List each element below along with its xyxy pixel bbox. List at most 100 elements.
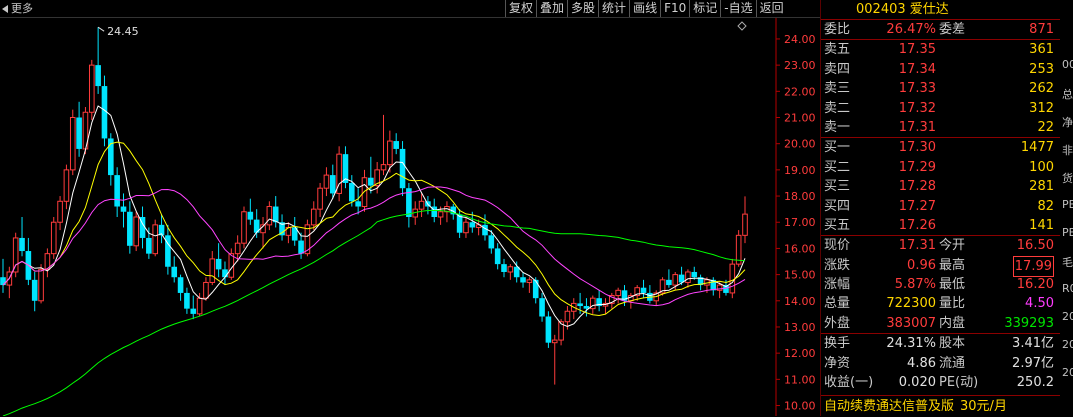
stat-row-label: 外盘 [824,315,851,331]
candle-body-up [729,263,736,294]
candle-body-down [215,258,222,270]
candle-body-up [323,174,330,189]
stat-row-label: 现价 [824,238,851,254]
bid-row-value: 17.28 [898,179,936,195]
toolbar-button-7[interactable]: -自选 [720,0,755,17]
stat-row-value2: 4.50 [1025,296,1054,312]
bid-row-value: 17.27 [898,198,936,214]
candle-body-up [228,253,235,278]
y-tick-label: 10.00 [784,400,816,413]
stat-row-label2: 今开 [939,238,966,254]
fund-row-label: 换手 [824,336,851,352]
candle-body-up [203,281,209,299]
fund-row-label2: 流通 [939,355,966,371]
price-stats: 现价 17.31 今开 16.50 涨跌 0.96 最高 17.99 涨幅 5.87% 最低 16.2… [821,236,1060,333]
stock-name: 爱仕达 [909,2,949,17]
ask-row-value2: 253 [1029,61,1054,77]
stat-row: 现价 17.31 今开 16.50 [821,236,1060,255]
y-tick-label: 14.00 [784,295,816,308]
ask-row-value2: 312 [1029,100,1054,116]
candle-body-up [507,266,514,273]
candle-body-down [393,141,399,149]
bid-row-label: 买四 [824,198,851,214]
stat-row-label2: 量比 [939,296,966,312]
ask-row-value2: 361 [1029,42,1054,58]
ask-row-value: 17.34 [898,61,936,77]
toolbar-button-2[interactable]: 多股 [567,0,598,17]
candle-body-down [329,175,336,194]
candle-body-up [380,164,387,171]
ask-row: 卖四 17.34 253 [821,60,1060,79]
toolbar-button-5[interactable]: F10 [660,0,689,17]
candle-body-up [361,177,368,208]
stat-row-value: 17.31 [898,238,936,254]
candle-body-up [12,237,19,273]
toolbar-button-6[interactable]: 标记 [689,0,720,17]
toolbar-button-4[interactable]: 画线 [629,0,660,17]
bid-row-label: 买五 [824,217,851,233]
candle-body-down [520,277,526,283]
fund-row-value2: 3.41亿 [1012,336,1054,352]
chart-toolbar: 更多 复权 叠加 多股 统计 画线 F10 标记 -自选 返回 [0,0,820,18]
fund-row-value: 24.31% [886,336,936,352]
candle-body-down [0,277,6,286]
y-tick-label: 22.00 [784,85,816,98]
diamond-icon [737,21,747,31]
candle-body-up [38,268,44,302]
candle-body-down [577,303,583,307]
fund-row: 收益(一) 0.020 PE(动) 250.2 [821,373,1060,392]
kline-chart[interactable]: 24.00 23.00 22.00 21.00 20.00 19.00 18.00 17.00… [0,18,820,416]
subscription-banner[interactable]: 自动续费通达信普及版 30元/月 [821,395,1060,416]
fund-row-label2: 股本 [939,336,966,352]
candle-body-up [615,289,621,297]
candle-body-up [672,274,679,286]
candle-body-up [526,279,533,283]
candle-body-down [76,117,82,149]
candle-body-down [469,222,476,228]
candle-body-down [222,269,228,278]
edge-label: 货 [1062,172,1073,185]
y-tick-label: 21.00 [784,112,816,125]
candle-body-down [247,211,254,220]
peak-pointer [97,26,105,32]
weibi-row: 委比 26.47% 委差 871 [821,20,1060,39]
fund-row-label: 收益(一) [824,375,874,391]
adjacent-panel-edge: 00 总净非货 PE PE 毛 R0 20 20 20 [1060,0,1073,416]
stat-row-value: 722300 [886,296,936,312]
stat-row-label: 涨跌 [824,257,851,273]
candle-body-up [685,271,691,283]
ask-row: 卖二 17.32 312 [821,99,1060,118]
stat-row-value: 0.96 [907,257,936,273]
toolbar-button-0[interactable]: 复权 [505,0,536,17]
y-tick-label: 16.00 [784,242,816,255]
candle-body-down [691,271,698,278]
toolbar-button-3[interactable]: 统计 [598,0,629,17]
candle-body-down [640,287,647,293]
candle-body-down [127,211,133,246]
bid-row: 买五 17.26 141 [821,216,1060,235]
candle-body-down [114,175,120,207]
ask-row: 卖三 17.33 262 [821,79,1060,98]
candle-body-down [539,298,545,317]
toolbar-button-8[interactable]: 返回 [755,0,787,17]
bid-row-value: 17.30 [898,140,936,156]
y-tick-label: 15.00 [784,269,816,282]
candle-body-down [666,279,672,286]
weibi-value: 26.47% [886,22,936,37]
stat-row-value2: 339293 [1004,315,1054,331]
stat-row-label: 涨幅 [824,277,851,293]
stat-row-value2: 16.50 [1016,238,1054,254]
toolbar-button-1[interactable]: 叠加 [536,0,567,17]
more-button[interactable]: 更多 [2,0,33,17]
ask-row-label: 卖五 [824,42,851,58]
ask-row-label: 卖三 [824,81,851,97]
candle-body-up [564,310,571,323]
candle-body-up [387,140,393,166]
ask-row-label: 卖一 [824,119,851,135]
y-tick-label: 20.00 [784,138,816,151]
bid-row-value2: 1477 [1020,140,1054,156]
bid-row: 买二 17.29 100 [821,158,1060,177]
candle-body-up [551,339,558,344]
candle-body-up [310,208,317,226]
y-tick-label: 24.00 [784,33,816,46]
